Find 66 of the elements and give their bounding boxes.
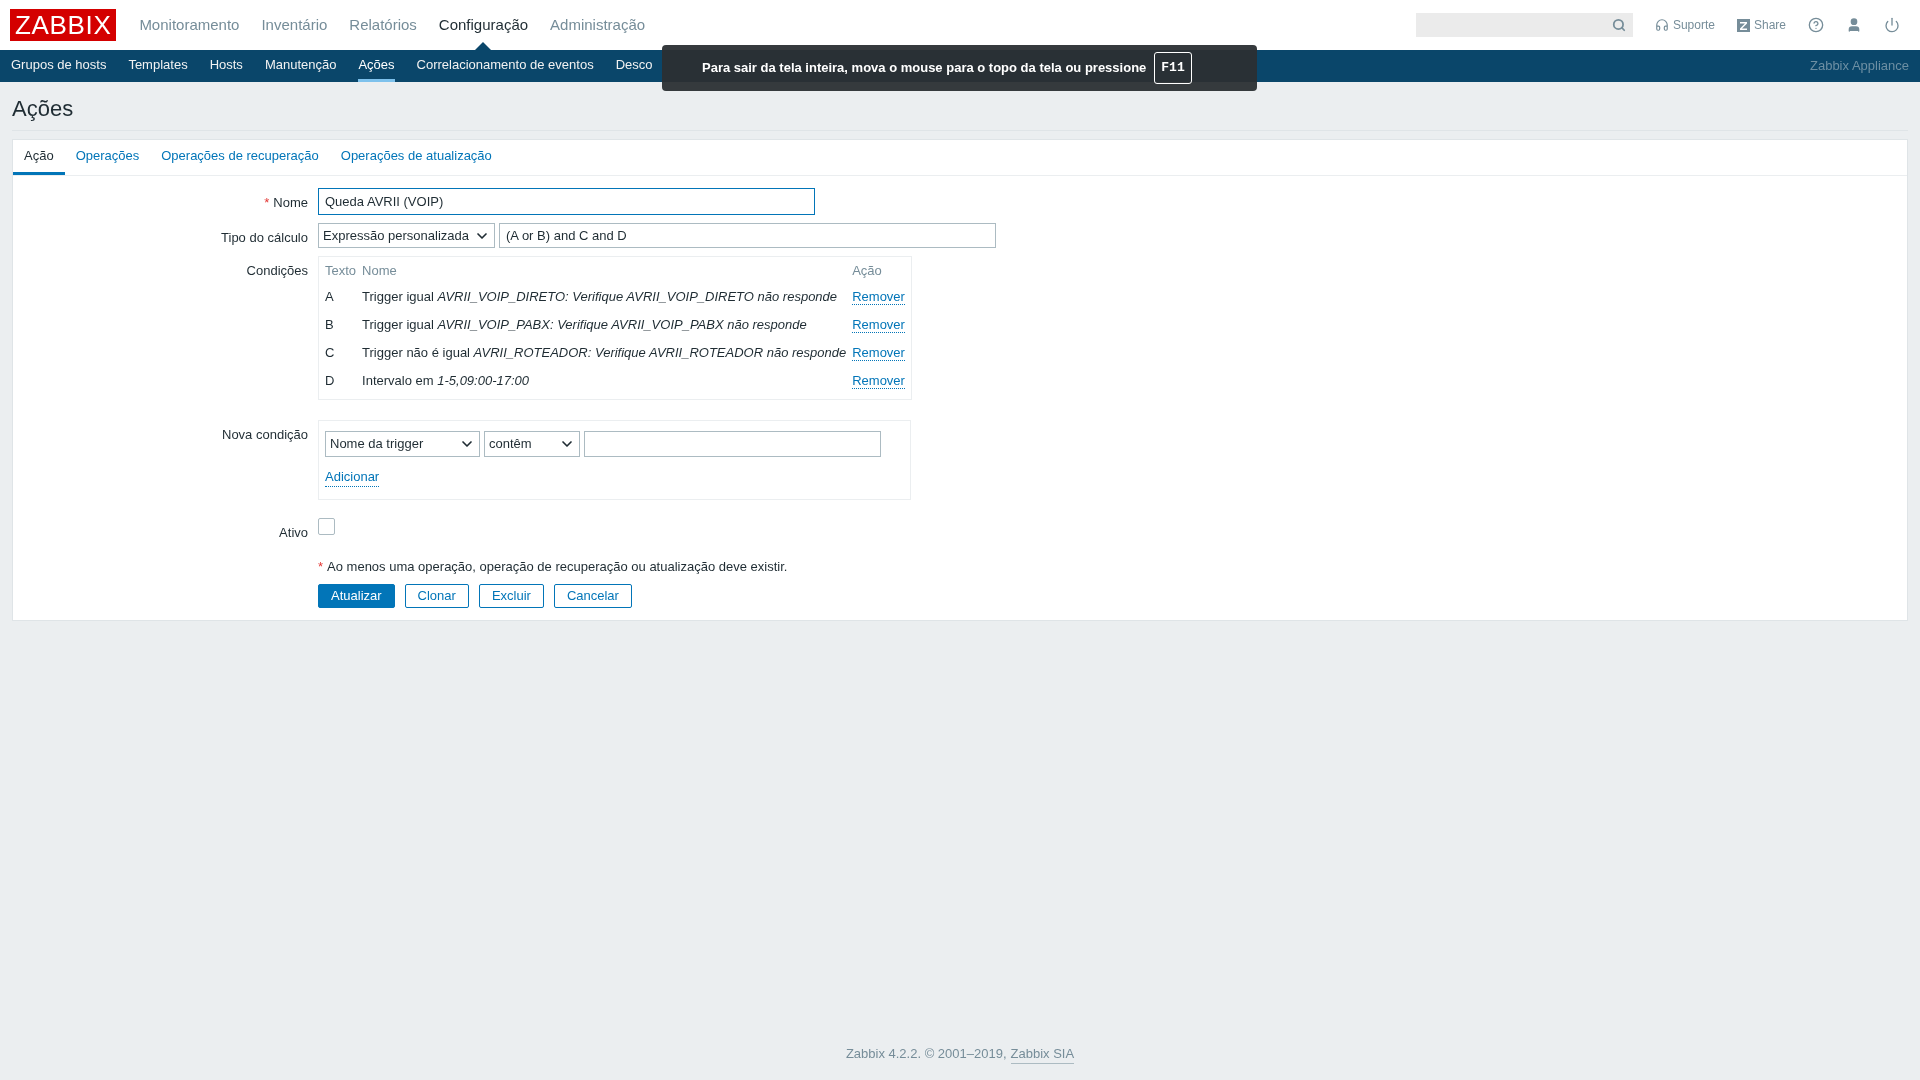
- condition-text: Trigger não é igual AVRII_ROTEADOR: Verifique AVRII_ROTEADOR não responde: [362, 344, 847, 360]
- condition-value-input[interactable]: [584, 430, 881, 457]
- power-icon[interactable]: [1884, 17, 1900, 33]
- calculation-select[interactable]: Expressão personalizada: [318, 223, 495, 248]
- condition-text: Trigger igual AVRII_VOIP_PABX: Verifique AVRII_VOIP_PABX não responde: [362, 316, 807, 332]
- remove-link[interactable]: Remover: [852, 372, 905, 389]
- remove-link[interactable]: Remover: [852, 344, 905, 361]
- notice-text: Para sair da tela inteira, mova o mouse para o topo da tela ou pressione: [702, 59, 1147, 78]
- subnav-item[interactable]: Correlacionamento de eventos: [416, 50, 594, 82]
- subnav-item[interactable]: Ações: [358, 50, 395, 82]
- form-button[interactable]: Cancelar: [553, 584, 632, 608]
- condition-text: Intervalo em 1-5,09:00-17:00: [362, 372, 530, 388]
- field-label: Nova condição: [222, 426, 308, 442]
- footer-link[interactable]: Zabbix SIA: [1010, 1043, 1075, 1064]
- add-link[interactable]: Adicionar: [325, 466, 380, 487]
- tab[interactable]: Operações: [64, 140, 151, 175]
- top-menu-item[interactable]: Monitoramento: [128, 0, 251, 50]
- top-menu-item[interactable]: Administração: [539, 0, 657, 50]
- page-title: Ações: [12, 94, 1908, 131]
- field-label: Nome: [273, 194, 308, 212]
- subnav-item[interactable]: Templates: [128, 50, 188, 82]
- subnav-item[interactable]: Grupos de hosts: [11, 50, 107, 82]
- support-link[interactable]: Suporte: [1654, 16, 1715, 34]
- top-menu-item[interactable]: Inventário: [250, 0, 339, 50]
- formula-input[interactable]: (A or B) and C and D: [499, 223, 996, 248]
- logo[interactable]: ZABBIX: [10, 9, 117, 41]
- field-label: Tipo do cálculo: [221, 230, 308, 245]
- search-icon: [1611, 18, 1626, 32]
- remove-link[interactable]: Remover: [852, 288, 905, 305]
- tab[interactable]: Operações de recuperação: [150, 140, 330, 175]
- requirement-note: Ao menos uma operação, operação de recuperação ou atualização deve existir.: [327, 557, 788, 576]
- condition-tag: D: [325, 372, 335, 388]
- headset-icon: [1654, 18, 1669, 32]
- keyboard-key: F11: [1154, 52, 1192, 84]
- subnav-item[interactable]: Manutenção: [264, 50, 337, 82]
- form-button[interactable]: Clonar: [404, 584, 469, 608]
- server-name: Zabbix Appliance: [1810, 57, 1909, 76]
- condition-tag: B: [325, 316, 334, 332]
- name-input[interactable]: Queda AVRII (VOIP): [318, 188, 815, 215]
- search-field[interactable]: [1415, 13, 1633, 37]
- column-header: Texto: [325, 263, 357, 278]
- user-icon[interactable]: [1846, 17, 1862, 33]
- share-logo-icon: [1736, 18, 1750, 32]
- required-mark: *: [318, 557, 324, 576]
- condition-tag: C: [325, 344, 335, 360]
- top-menu-item[interactable]: Relatórios: [338, 0, 428, 50]
- subnav-item[interactable]: Desco: [615, 50, 653, 82]
- tab[interactable]: Operações de atualização: [329, 140, 503, 175]
- footer-text: Zabbix 4.2.2. © 2001–2019,: [845, 1044, 1007, 1063]
- operator-select[interactable]: contêm: [484, 430, 580, 457]
- field-label: Ativo: [279, 525, 308, 540]
- share-link[interactable]: Share: [1736, 16, 1786, 34]
- field-label: Condições: [246, 263, 308, 278]
- form-button[interactable]: Atualizar: [318, 584, 395, 608]
- condition-type-select[interactable]: Nome da trigger: [325, 430, 480, 457]
- tab[interactable]: Ação: [13, 140, 65, 175]
- condition-tag: A: [325, 288, 334, 304]
- column-header: Ação: [852, 263, 882, 278]
- subnav-item[interactable]: Hosts: [209, 50, 243, 82]
- remove-link[interactable]: Remover: [852, 316, 905, 333]
- column-header: Nome: [362, 263, 397, 278]
- active-checkbox[interactable]: [318, 518, 335, 535]
- condition-text: Trigger igual AVRII_VOIP_DIRETO: Verifique AVRII_VOIP_DIRETO não responde: [362, 288, 838, 304]
- help-icon[interactable]: [1808, 17, 1824, 33]
- form-button[interactable]: Excluir: [478, 584, 544, 608]
- required-mark: *: [264, 194, 270, 212]
